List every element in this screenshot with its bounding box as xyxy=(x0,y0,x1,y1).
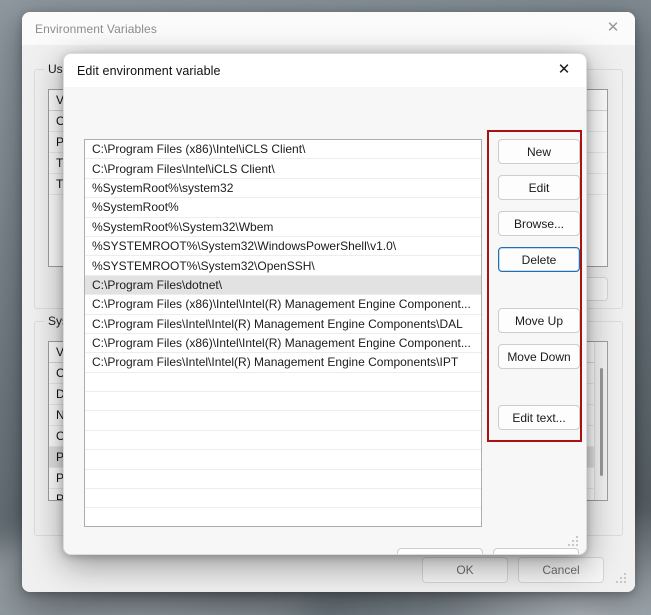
close-icon[interactable]: ✕ xyxy=(591,12,635,43)
bg-cancel-button[interactable]: Cancel xyxy=(518,557,604,583)
grip-dot xyxy=(576,536,578,538)
path-list-item[interactable]: %SystemRoot%\system32 xyxy=(85,179,481,199)
edit-environment-variable-dialog[interactable]: Edit environment variable ✕ C:\Program F… xyxy=(63,53,587,555)
path-list-item[interactable]: %SystemRoot% xyxy=(85,198,481,218)
grip-dot xyxy=(624,573,626,575)
path-list-empty-row[interactable] xyxy=(85,431,481,451)
dialog-titlebar: Edit environment variable ✕ xyxy=(64,54,586,87)
path-list-empty-row[interactable] xyxy=(85,508,481,526)
close-icon[interactable]: ✕ xyxy=(542,54,586,85)
grip-dot xyxy=(576,544,578,546)
grip-dot xyxy=(624,577,626,579)
path-list-item[interactable]: %SYSTEMROOT%\System32\OpenSSH\ xyxy=(85,256,481,276)
grip-dot xyxy=(576,540,578,542)
new-button[interactable]: New xyxy=(498,139,580,164)
dialog-body: C:\Program Files (x86)\Intel\iCLS Client… xyxy=(64,87,586,554)
edit-text-button[interactable]: Edit text... xyxy=(498,405,580,430)
path-list-empty-row[interactable] xyxy=(85,489,481,509)
move-up-button[interactable]: Move Up xyxy=(498,308,580,333)
path-list-item[interactable]: C:\Program Files (x86)\Intel\iCLS Client… xyxy=(85,140,481,160)
grip-dot xyxy=(572,544,574,546)
path-list-item[interactable]: C:\Program Files\dotnet\ xyxy=(85,275,481,296)
path-entries-list[interactable]: C:\Program Files (x86)\Intel\iCLS Client… xyxy=(84,139,482,527)
path-list-item[interactable]: C:\Program Files\Intel\Intel(R) Manageme… xyxy=(85,353,481,373)
path-list-empty-row[interactable] xyxy=(85,411,481,431)
delete-button[interactable]: Delete xyxy=(498,247,580,272)
bg-ok-button[interactable]: OK xyxy=(422,557,508,583)
path-list-item[interactable]: %SYSTEMROOT%\System32\WindowsPowerShell\… xyxy=(85,237,481,257)
path-list-empty-row[interactable] xyxy=(85,392,481,412)
dialog-title: Edit environment variable xyxy=(77,63,221,78)
bg-window-titlebar: Environment Variables ✕ xyxy=(22,12,635,45)
path-list-item[interactable]: %SystemRoot%\System32\Wbem xyxy=(85,218,481,237)
path-list-item[interactable]: C:\Program Files\Intel\iCLS Client\ xyxy=(85,159,481,179)
grip-dot xyxy=(572,540,574,542)
resize-grip[interactable] xyxy=(616,573,629,586)
path-list-empty-row[interactable] xyxy=(85,450,481,470)
grip-dot xyxy=(620,581,622,583)
path-action-buttons: New Edit Browse... Delete Move Up Move Down Ed… xyxy=(492,131,580,446)
grip-dot xyxy=(620,577,622,579)
path-list-empty-row[interactable] xyxy=(85,470,481,490)
path-list-item[interactable]: C:\Program Files (x86)\Intel\Intel(R) Ma… xyxy=(85,334,481,354)
move-down-button[interactable]: Move Down xyxy=(498,344,580,369)
path-list-item[interactable]: C:\Program Files\Intel\Intel(R) Manageme… xyxy=(85,315,481,334)
path-list-empty-row[interactable] xyxy=(85,373,481,393)
system-table-scrollbar[interactable] xyxy=(594,342,607,500)
dialog-ok-button[interactable]: OK xyxy=(397,548,483,554)
desktop-background: Environment Variables ✕ User variables f… xyxy=(0,0,651,615)
bg-window-title: Environment Variables xyxy=(35,21,157,36)
grip-dot xyxy=(616,581,618,583)
path-list-item[interactable]: C:\Program Files (x86)\Intel\Intel(R) Ma… xyxy=(85,295,481,315)
grip-dot xyxy=(624,581,626,583)
resize-grip[interactable] xyxy=(568,536,581,549)
dialog-cancel-button[interactable]: Cancel xyxy=(493,548,579,554)
browse-button[interactable]: Browse... xyxy=(498,211,580,236)
scrollbar-thumb[interactable] xyxy=(600,368,603,476)
edit-button[interactable]: Edit xyxy=(498,175,580,200)
grip-dot xyxy=(568,544,570,546)
